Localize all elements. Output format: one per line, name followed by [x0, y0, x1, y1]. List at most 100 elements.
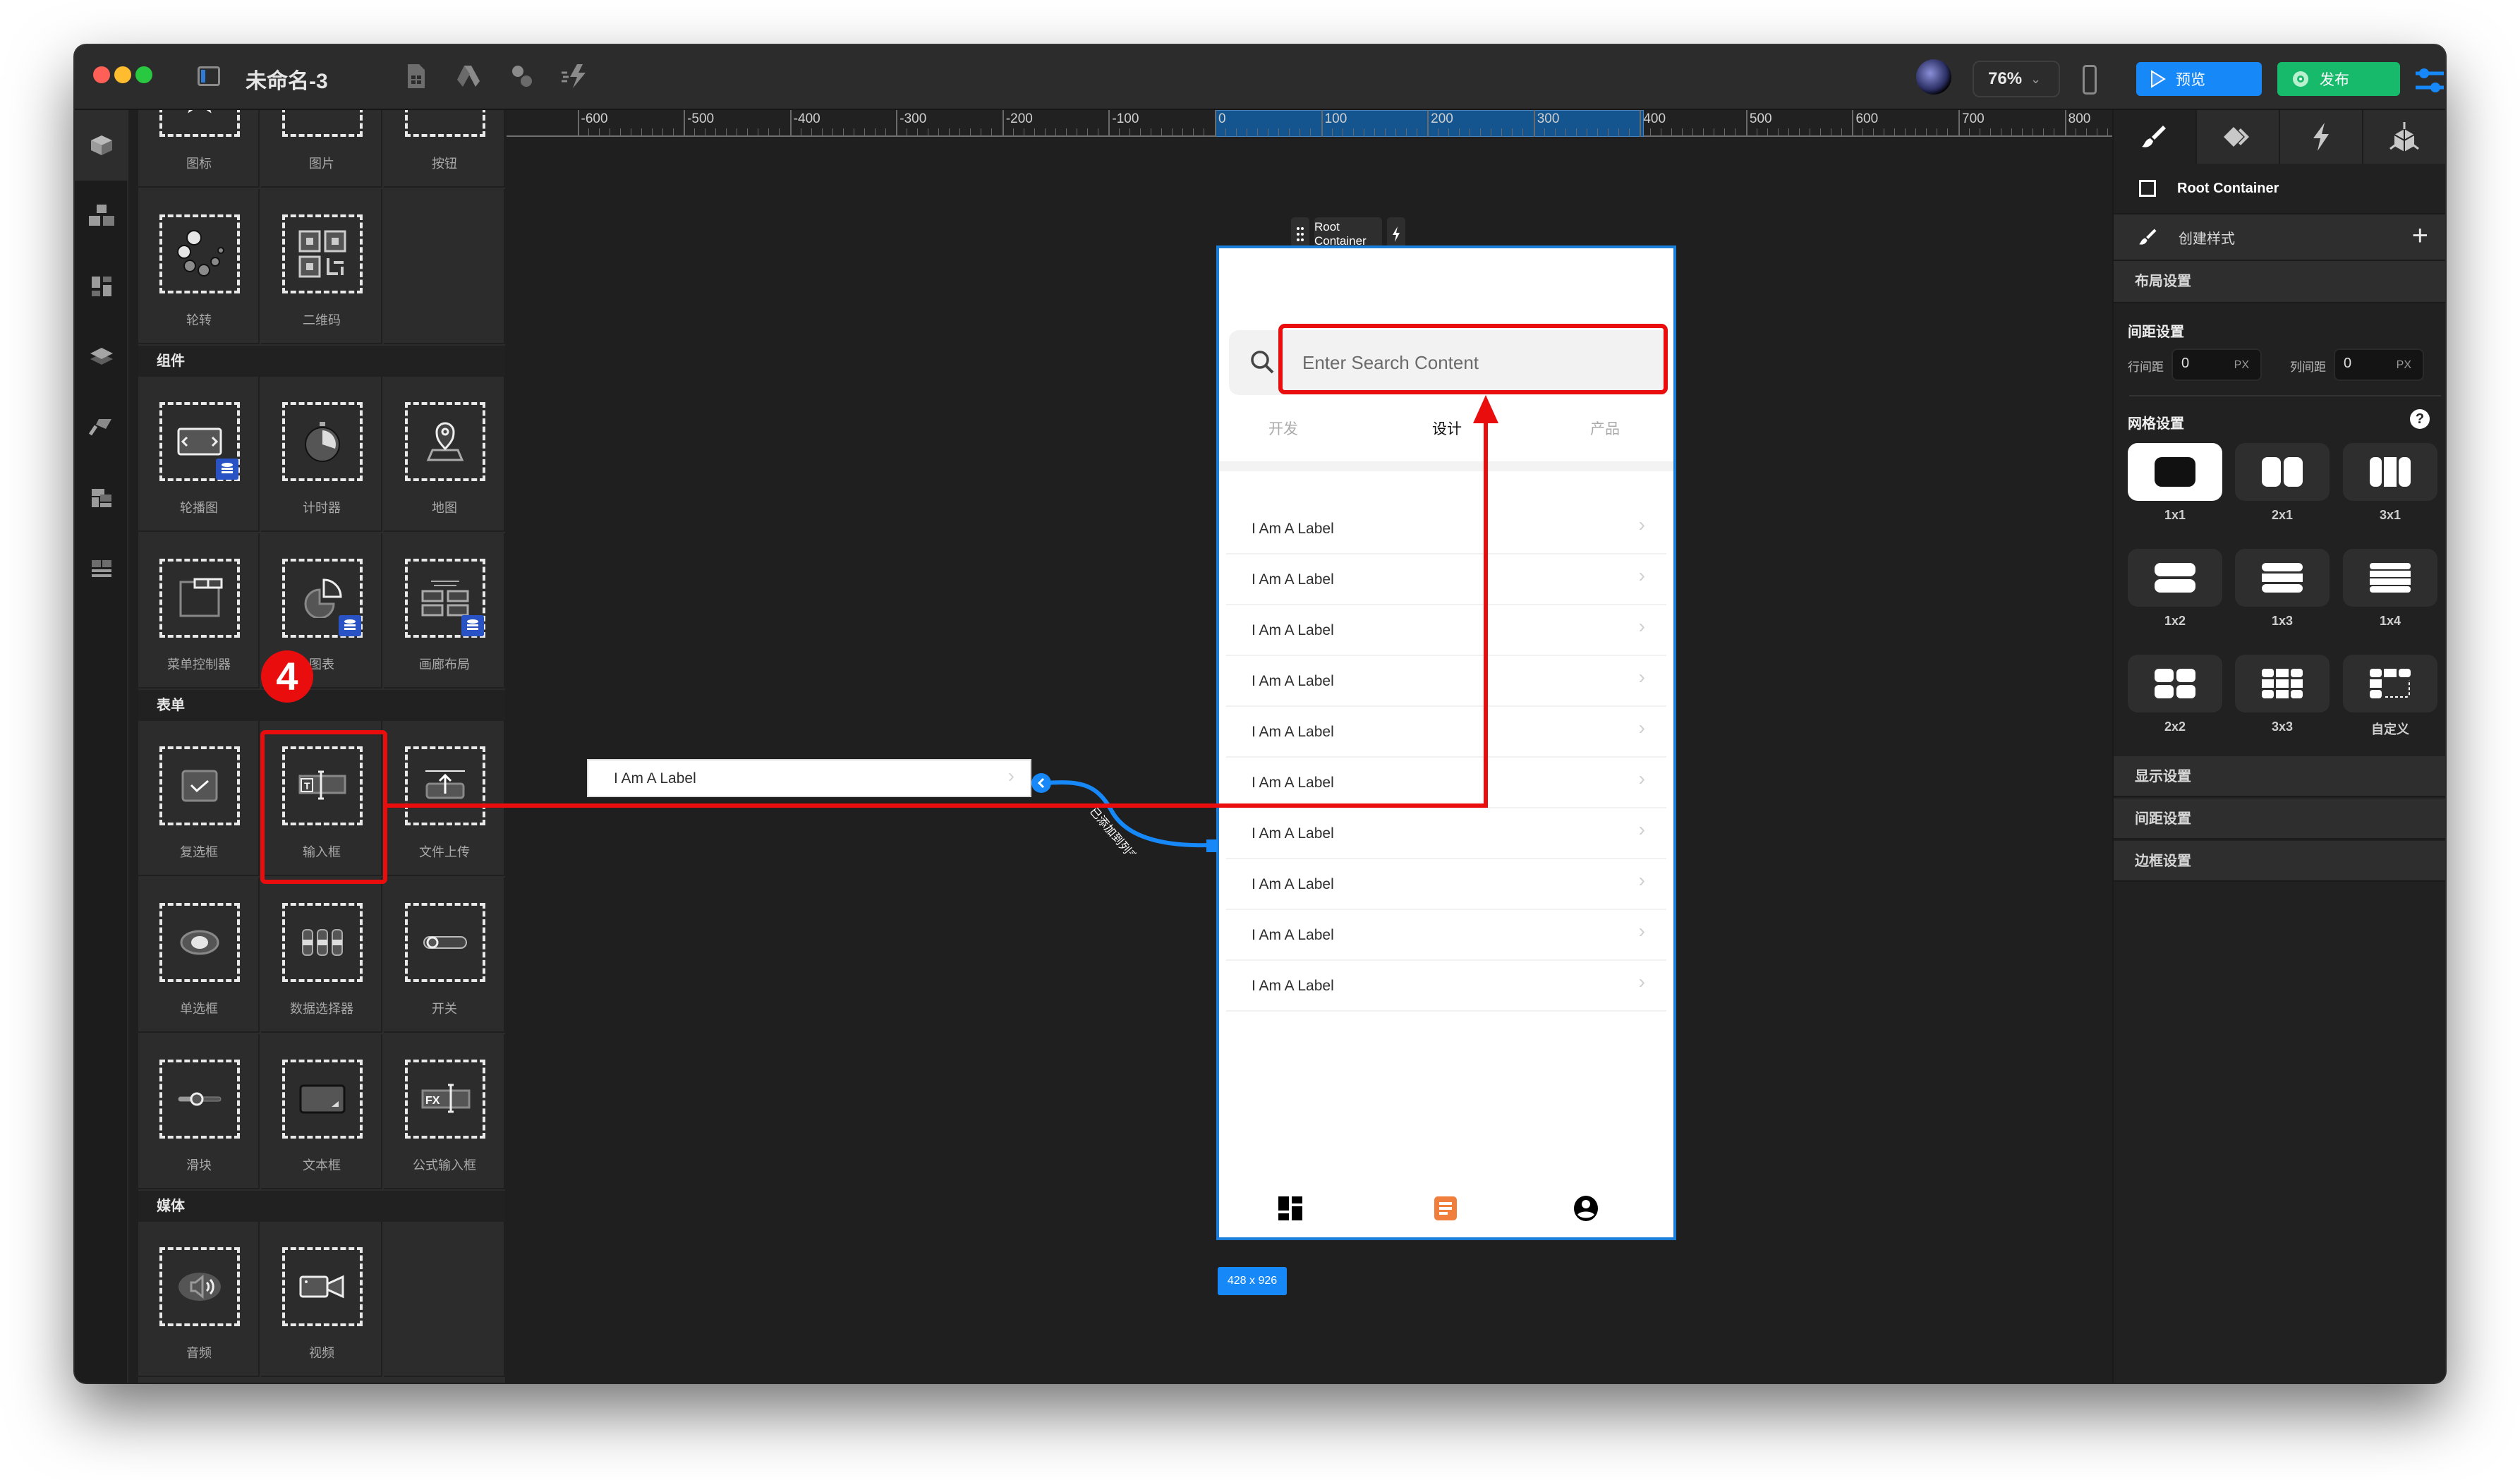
spacing-settings-section[interactable]: 间距设置 [2114, 799, 2445, 839]
tab-develop[interactable]: 开发 [1268, 418, 1298, 439]
rail-dashboard-icon[interactable] [75, 251, 128, 322]
display-settings-section[interactable]: 显示设置 [2114, 756, 2445, 797]
component-icon-item[interactable]: 图标 [138, 110, 260, 188]
grid-option-custom[interactable] [2343, 655, 2437, 712]
maximize-window-button[interactable] [135, 66, 152, 83]
selected-component-row[interactable]: Root Container [2114, 164, 2445, 213]
zoom-select[interactable]: 76% ⌄ [1973, 61, 2060, 97]
play-icon [2151, 70, 2166, 88]
list-item[interactable]: I Am A Label › [1226, 504, 1666, 554]
grid-option-1x3[interactable] [2235, 549, 2330, 607]
tab-design[interactable]: 设计 [1432, 418, 1462, 439]
component-radio-item[interactable]: 单选框 [138, 878, 260, 1033]
preview-label: 预览 [2176, 72, 2205, 88]
component-qrcode-item[interactable]: 二维码 [261, 189, 382, 344]
ruler-minor-tick [1480, 128, 1482, 137]
tab-component[interactable] [2195, 110, 2279, 164]
search-bar[interactable] [1229, 330, 1665, 395]
search-input[interactable] [1290, 330, 1665, 395]
component-toggle-item[interactable]: 开关 [384, 878, 505, 1033]
list-item[interactable]: I Am A Label › [1226, 758, 1666, 808]
tab-product[interactable]: 产品 [1590, 418, 1620, 439]
component-picker-item[interactable]: 数据选择器 [261, 878, 382, 1033]
list-item[interactable]: I Am A Label › [1226, 554, 1666, 605]
sync-icon[interactable] [508, 62, 536, 90]
grid-option-2x1[interactable] [2235, 443, 2330, 501]
grid-option-1x4[interactable] [2343, 549, 2437, 607]
grid-option-3x3[interactable] [2235, 655, 2330, 712]
help-icon[interactable]: ? [2410, 409, 2430, 429]
component-video-item[interactable]: 视频 [261, 1222, 382, 1377]
ruler-minor-tick [991, 128, 993, 137]
component-input-item[interactable]: T 输入框 [261, 721, 382, 876]
list-item[interactable]: I Am A Label › [1226, 910, 1666, 961]
border-settings-section[interactable]: 边框设置 [2114, 841, 2445, 882]
preview-button[interactable]: 预览 [2136, 62, 2262, 96]
rail-brush-icon[interactable] [75, 392, 128, 463]
horizontal-ruler[interactable]: -600 -500 -400 -300 -200 -100 0 100 200 300 400 500… [507, 110, 2161, 137]
list-item[interactable]: I Am A Label › [1226, 961, 1666, 1012]
device-phone-icon[interactable] [2083, 65, 2097, 95]
component-checkbox-item[interactable]: 复选框 [138, 721, 260, 876]
drive-icon[interactable] [454, 62, 483, 90]
layout-settings-section[interactable]: 布局设置 [2114, 261, 2445, 303]
list-item[interactable]: I Am A Label › [1226, 707, 1666, 758]
list-item[interactable]: I Am A Label › [1226, 656, 1666, 707]
component-formula-input-item[interactable]: FX 公式输入框 [384, 1034, 505, 1189]
sidebar-toggle-icon[interactable] [198, 66, 220, 86]
tab-events[interactable] [2279, 110, 2362, 164]
ruler-minor-tick [1862, 128, 1864, 137]
grid-option-3x1[interactable] [2343, 443, 2437, 501]
create-style-row[interactable]: 创建样式 + [2114, 213, 2445, 261]
component-timer-item[interactable]: 计时器 [261, 377, 382, 532]
component-carousel-item[interactable]: 轮播图 [138, 377, 260, 532]
rail-layers-icon[interactable] [75, 322, 128, 392]
grid-option-1x2[interactable] [2128, 549, 2222, 607]
component-upload-item[interactable]: 文件上传 [384, 721, 505, 876]
rail-cube-icon[interactable] [75, 110, 128, 181]
grid-option-1x1[interactable] [2128, 443, 2222, 501]
component-image-item[interactable]: 图片 [261, 110, 382, 188]
minimize-window-button[interactable] [114, 66, 131, 83]
component-checkbox[interactable] [2139, 180, 2156, 197]
component-menu-controller-item[interactable]: 菜单控制器 [138, 533, 260, 689]
list-item[interactable]: I Am A Label › [1226, 859, 1666, 910]
close-window-button[interactable] [93, 66, 110, 83]
row-gap-input[interactable] [2181, 356, 2224, 372]
component-button-item[interactable]: 按钮 [384, 110, 505, 188]
rail-list-layout-icon[interactable] [75, 533, 128, 604]
col-gap-field[interactable]: PX [2334, 348, 2424, 381]
spreadsheet-icon[interactable] [402, 62, 430, 90]
dragged-list-item[interactable]: I Am A Label › [587, 759, 1031, 797]
publish-button[interactable]: 发布 [2277, 62, 2400, 96]
component-audio-item[interactable]: 音频 [138, 1222, 260, 1377]
grid-option-label: 3x1 [2379, 508, 2401, 522]
ruler-major-tick [1533, 110, 1535, 137]
rail-cubes-icon[interactable] [75, 181, 128, 251]
component-spinner-item[interactable]: 轮转 [138, 189, 260, 344]
phone-frame[interactable]: 开发 设计 产品 I Am A Label › I Am A Label › I A… [1216, 245, 1676, 1240]
row-gap-field[interactable]: PX [2171, 348, 2262, 381]
grid-option-2x2[interactable] [2128, 655, 2222, 712]
component-chart-item[interactable]: 图表 [261, 533, 382, 689]
rail-template-icon[interactable] [75, 463, 128, 533]
dashboard-icon[interactable] [1278, 1196, 1302, 1220]
document-icon[interactable] [1434, 1196, 1458, 1220]
tab-style[interactable] [2114, 110, 2195, 164]
add-style-icon[interactable]: + [2412, 220, 2428, 252]
grid-1x3-icon [2262, 563, 2303, 593]
adjustments-icon[interactable] [2414, 66, 2445, 95]
col-gap-input[interactable] [2344, 356, 2386, 372]
component-textarea-item[interactable]: 文本框 [261, 1034, 382, 1189]
list-item[interactable]: I Am A Label › [1226, 808, 1666, 859]
ruler-minor-tick [1947, 128, 1949, 137]
flash-icon[interactable] [560, 62, 588, 90]
user-avatar[interactable] [1916, 59, 1951, 95]
component-label: 轮转 [186, 313, 212, 327]
component-gallery-item[interactable]: 画廊布局 [384, 533, 505, 689]
user-icon[interactable] [1573, 1195, 1599, 1222]
tab-plugins[interactable] [2362, 110, 2445, 164]
component-slider-item[interactable]: 滑块 [138, 1034, 260, 1189]
list-item[interactable]: I Am A Label › [1226, 605, 1666, 656]
component-map-item[interactable]: 地图 [384, 377, 505, 532]
